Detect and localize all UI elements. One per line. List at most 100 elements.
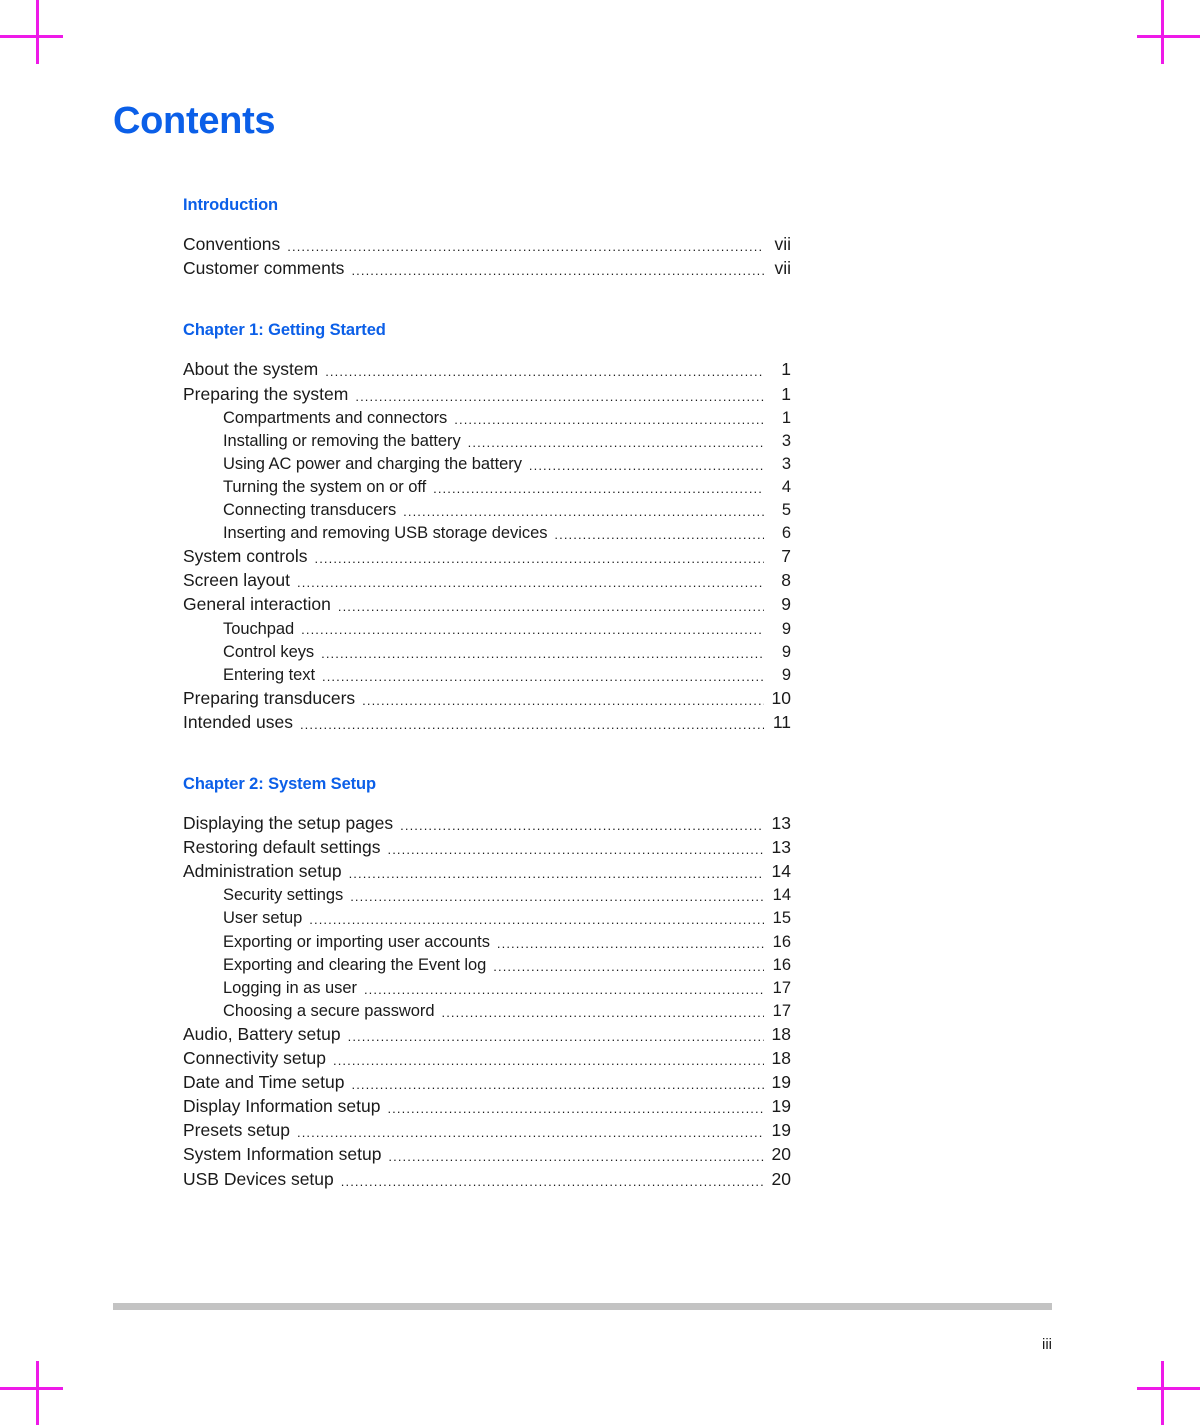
toc-entry-page-number: 17	[772, 1001, 791, 1020]
toc-entry[interactable]: Audio, Battery setup 18	[183, 1023, 791, 1050]
toc-entry-page-number: 13	[771, 813, 791, 834]
toc-leader-dots	[387, 1098, 764, 1116]
toc-entry[interactable]: Preparing transducers 10	[183, 687, 791, 714]
toc-entry[interactable]: Using AC power and charging the battery 3	[183, 456, 791, 479]
toc-leader-dots	[497, 934, 764, 951]
toc-entry[interactable]: Administration setup 14	[183, 863, 791, 887]
toc-leader-dots	[554, 525, 764, 542]
toc-entry-label: System controls	[183, 546, 308, 567]
toc-entry[interactable]: Entering text 9	[183, 667, 791, 690]
toc-entry-label: Customer comments	[183, 258, 345, 279]
toc-entry[interactable]: General interaction 9	[183, 596, 791, 620]
toc-entry[interactable]: System Information setup 20	[183, 1146, 791, 1170]
toc-entry-page-number: 20	[771, 1168, 791, 1189]
toc-entry[interactable]: About the system 1	[183, 361, 791, 385]
toc-leader-dots	[297, 572, 764, 590]
toc-entry-page-number: 7	[781, 546, 791, 567]
toc-entry-list: Conventions vii Customer comments vii	[183, 236, 791, 284]
toc-entry-page-number: 16	[772, 955, 791, 974]
toc-entry-page-number: 14	[772, 886, 791, 905]
toc-entry-page-number: 4	[781, 477, 791, 496]
toc-leader-dots	[321, 644, 764, 661]
toc-entry-page-number: 18	[771, 1023, 791, 1044]
footer-rule	[113, 1303, 1052, 1310]
toc-leader-dots	[349, 863, 764, 881]
toc-entry-page-number: 9	[781, 665, 791, 684]
toc-entry-label: Security settings	[223, 886, 344, 905]
toc-leader-dots	[300, 714, 764, 732]
toc-entry-label: Turning the system on or off	[223, 477, 427, 496]
toc-leader-dots	[314, 548, 764, 566]
toc-entry-page-number: 19	[771, 1096, 791, 1117]
toc-entry-label: Connectivity setup	[183, 1048, 326, 1069]
toc-entry-label: Preparing the system	[183, 383, 349, 404]
toc-entry[interactable]: System controls 7	[183, 548, 791, 572]
toc-entry[interactable]: Presets setup 19	[183, 1122, 791, 1146]
toc-entry[interactable]: Compartments and connectors 1	[183, 410, 791, 433]
toc-leader-dots	[287, 236, 764, 254]
toc-entry-label: Intended uses	[183, 711, 293, 732]
toc-entry[interactable]: Restoring default settings 13	[183, 839, 791, 863]
toc-entry-label: Date and Time setup	[183, 1072, 345, 1093]
toc-entry-page-number: 8	[781, 570, 791, 591]
toc-entry[interactable]: Security settings 14	[183, 887, 791, 910]
toc-entry-label: Display Information setup	[183, 1096, 381, 1117]
toc-leader-dots	[433, 479, 764, 496]
toc-entry[interactable]: Displaying the setup pages 13	[183, 815, 791, 839]
toc-leader-dots	[362, 690, 764, 708]
toc-leader-dots	[387, 839, 764, 857]
toc-entry[interactable]: Logging in as user 17	[183, 980, 791, 1003]
toc-entry[interactable]: Inserting and removing USB storage devic…	[183, 525, 791, 548]
toc-entry[interactable]: Display Information setup 19	[183, 1098, 791, 1122]
toc-entry-page-number: 6	[781, 524, 791, 543]
toc-entry-page-number: 11	[772, 711, 791, 732]
toc-entry-page-number: 19	[771, 1120, 791, 1141]
toc-entry-label: Administration setup	[183, 861, 342, 882]
toc-leader-dots	[388, 1146, 764, 1164]
toc-entry[interactable]: Intended uses 11	[183, 711, 791, 738]
toc-leader-dots	[441, 1003, 764, 1020]
toc-entry[interactable]: User setup 15	[183, 910, 791, 933]
document-page: Contents IntroductionConventionsviiCusto…	[0, 0, 1200, 1425]
toc-entry[interactable]: Installing or removing the battery 3	[183, 433, 791, 456]
toc-entry[interactable]: Preparing the system 1	[183, 383, 791, 410]
toc-entry-label: Choosing a secure password	[223, 1001, 435, 1020]
toc-entry[interactable]: Touchpad 9	[183, 620, 791, 644]
toc-entry-label: Restoring default settings	[183, 837, 381, 858]
toc-entry-page-number: 1	[781, 408, 791, 427]
toc-entry-label: Audio, Battery setup	[183, 1023, 341, 1044]
toc-entry[interactable]: Exporting and clearing the Event log 16	[183, 957, 791, 980]
toc-entry[interactable]: Customer comments vii	[183, 260, 791, 284]
toc-leader-dots	[309, 910, 764, 927]
toc-entry[interactable]: Control keys 9	[183, 644, 791, 667]
toc-entry-page-number: 14	[771, 861, 791, 882]
toc-leader-dots	[348, 1026, 764, 1044]
toc-entry-page-number: 3	[781, 431, 791, 450]
toc-entry-page-number: 9	[781, 594, 791, 615]
toc-leader-dots	[351, 1074, 764, 1092]
toc-entry[interactable]: Exporting or importing user accounts 16	[183, 934, 791, 957]
toc-entry-label: Preparing transducers	[183, 687, 356, 708]
toc-entry-label: Exporting and clearing the Event log	[223, 955, 487, 974]
toc-entry[interactable]: Connectivity setup 18	[183, 1050, 791, 1074]
toc-leader-dots	[355, 386, 764, 404]
toc-leader-dots	[301, 621, 764, 638]
toc-entry[interactable]: Screen layout 8	[183, 572, 791, 596]
toc-entry[interactable]: Conventions vii	[183, 236, 791, 260]
toc-leader-dots	[351, 260, 764, 278]
toc-entry[interactable]: Choosing a secure password 17	[183, 1003, 791, 1026]
toc-entry-list: Displaying the setup pages13Restoring de…	[183, 815, 791, 1195]
toc-entry-page-number: 20	[771, 1144, 791, 1165]
toc-leader-dots	[297, 1122, 764, 1140]
toc-entry-label: Installing or removing the battery	[223, 431, 461, 450]
toc-entry[interactable]: Connecting transducers 5	[183, 502, 791, 525]
toc-entry[interactable]: Turning the system on or off 4	[183, 479, 791, 502]
toc-leader-dots	[400, 815, 764, 833]
toc-entry-label: Entering text	[223, 665, 315, 684]
toc-entry-page-number: 1	[781, 359, 791, 380]
toc-entry-label: About the system	[183, 359, 319, 380]
toc-entry[interactable]: USB Devices setup 20	[183, 1168, 791, 1195]
toc-entry-label: User setup	[223, 909, 303, 928]
table-of-contents: IntroductionConventionsviiCustomer comme…	[183, 196, 791, 1195]
toc-entry[interactable]: Date and Time setup 19	[183, 1074, 791, 1098]
